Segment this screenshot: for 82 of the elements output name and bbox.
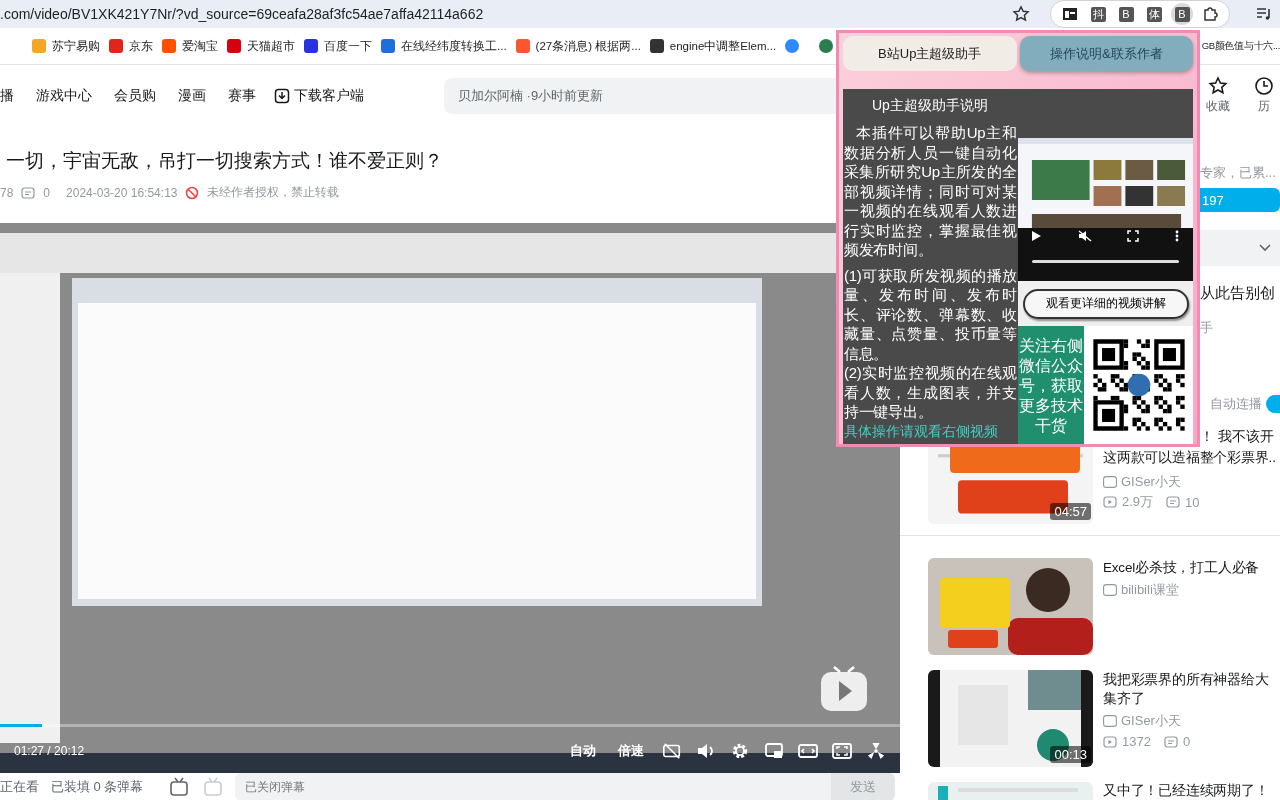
bookmark-icon[interactable]	[649, 39, 664, 53]
recommend-author: 手	[1200, 319, 1214, 337]
help-link[interactable]: 具体操作请观看右侧视频	[844, 421, 1017, 441]
popup-tab[interactable]: 操作说明&联系作者	[1019, 36, 1193, 71]
danmaku-count: 0	[1182, 734, 1191, 749]
video-title: 一切，宇宙无敌，吊打一切搜索方式！谁不爱正则？	[5, 149, 443, 173]
duration-badge: 00:13	[1050, 746, 1091, 763]
window-icon	[1063, 8, 1077, 20]
play-count: 2.9万	[1122, 493, 1154, 511]
help-paragraph: (1)可获取所发视频的播放量、发布时间、发布时长、评论数、弹幕数、收藏量、点赞量、投币量等信息。	[844, 265, 1017, 363]
progress-track[interactable]	[0, 724, 900, 727]
bookmark-item[interactable]: 百度一下	[324, 38, 372, 54]
danmaku-count: 0	[43, 185, 51, 200]
danmaku-count: 10	[1185, 494, 1200, 510]
video-title[interactable]: 又中了！已经连续两期了！	[1103, 782, 1280, 800]
bookmark-item[interactable]: 爱淘宝	[182, 38, 218, 54]
play-count: 1372	[1122, 734, 1151, 749]
copyright-notice: 未经作者授权，禁止转载	[207, 184, 340, 201]
more-icon[interactable]	[1174, 230, 1179, 242]
danmaku-icon	[21, 185, 36, 200]
fullscreen-icon[interactable]	[1127, 230, 1140, 242]
up-icon	[1103, 476, 1117, 488]
up-description: 专家，已累...	[1200, 164, 1277, 182]
bookmark-item[interactable]: 苏宁易购	[52, 38, 100, 54]
view-count: 78	[0, 185, 14, 200]
duration-badge: 04:57	[1050, 503, 1091, 520]
video-title[interactable]: Excel必杀技，打工人必备	[1103, 558, 1280, 577]
bookmark-item[interactable]: 天猫超市	[247, 38, 295, 54]
watching-label: 正在看	[0, 778, 39, 796]
nav-link[interactable]: 播	[0, 86, 14, 105]
address-url[interactable]: .com/video/BV1XK421Y7Nr/?vd_source=69ceafa28af3fc54ae7affa42114a662	[0, 6, 484, 22]
star-icon	[1208, 76, 1228, 96]
bookmark-star-icon[interactable]	[1012, 5, 1030, 23]
bookmark-item[interactable]: engine中调整Elem...	[669, 38, 777, 54]
recommend-title[interactable]: 从此告别创	[1200, 284, 1280, 303]
video-title[interactable]: 集齐了	[1103, 689, 1280, 708]
up-icon	[1103, 715, 1117, 727]
mute-icon[interactable]	[1077, 230, 1092, 242]
danmaku-input[interactable]: 已关闭弹幕	[235, 773, 832, 800]
danmaku-loaded-label: 已装填 0 条弹幕	[51, 778, 144, 796]
widescreen-icon[interactable]	[798, 742, 818, 760]
fan-icon[interactable]	[866, 742, 886, 760]
nav-link[interactable]: 漫画	[178, 86, 206, 105]
help-paragraph: 本插件可以帮助Up主和数据分析人员一键自动化采集所研究Up主所发的全部视频详情；同时可对某一视频的在线观看人数进行实时监控，掌握最佳视频发布时间。	[844, 123, 1017, 260]
danmaku-off-icon[interactable]	[662, 742, 682, 760]
play-badge-icon[interactable]	[820, 666, 868, 712]
popup-tab[interactable]: B站Up主超级助手	[843, 36, 1017, 71]
bookmark-item[interactable]: GB颜色值与十六...	[1201, 39, 1280, 53]
clock-icon	[1254, 76, 1274, 96]
autoplay-label: 自动连播	[1210, 395, 1262, 413]
picture-in-picture-icon[interactable]	[764, 742, 784, 760]
settings-icon[interactable]	[730, 742, 750, 760]
header-action-button[interactable]: 收藏	[1202, 76, 1234, 115]
play-count-icon	[1103, 495, 1117, 509]
nav-link[interactable]: 游戏中心	[36, 86, 92, 105]
nav-link[interactable]: 赛事	[228, 86, 256, 105]
play-count-icon	[1103, 734, 1117, 749]
media-control-icon[interactable]	[1256, 7, 1272, 21]
video-title[interactable]: 我把彩票界的所有神器给大	[1103, 670, 1280, 689]
play-icon[interactable]	[1030, 230, 1042, 242]
publish-date: 2024-03-20 16:54:13	[66, 185, 178, 200]
watch-video-button[interactable]: 观看更详细的视频讲解	[1022, 288, 1189, 319]
download-client-link[interactable]: 下载客户端	[274, 86, 364, 105]
bookmark-item[interactable]: (27条消息) 根据两...	[535, 38, 641, 54]
volume-icon[interactable]	[696, 742, 716, 760]
danmaku-icon	[1166, 495, 1181, 509]
forbidden-icon	[185, 185, 200, 200]
up-icon	[1103, 584, 1117, 596]
danmaku-icon	[1163, 734, 1178, 749]
follow-notice: 关注右侧微信公众号，获取更多技术干货	[1018, 326, 1084, 444]
video-progress-track[interactable]	[1032, 260, 1179, 263]
video-title[interactable]: 这两款可以造福整个彩票界..	[1103, 448, 1280, 467]
bookmark-item[interactable]: 在线经纬度转换工...	[401, 38, 507, 54]
help-paragraph: (2)实时监控视频的在线观看人数，生成图表，并支持一键导出。	[844, 363, 1017, 422]
nav-link[interactable]: 会员购	[114, 86, 156, 105]
header-action-button[interactable]: 历	[1248, 76, 1280, 115]
danmaku-toggle-icon[interactable]	[169, 777, 190, 797]
bookmark-item[interactable]: 京东	[129, 38, 153, 54]
extension-button[interactable]: B	[1171, 3, 1193, 25]
fullscreen-icon[interactable]	[832, 742, 852, 760]
download-icon	[274, 87, 290, 104]
chevron-down-icon	[1258, 243, 1272, 253]
